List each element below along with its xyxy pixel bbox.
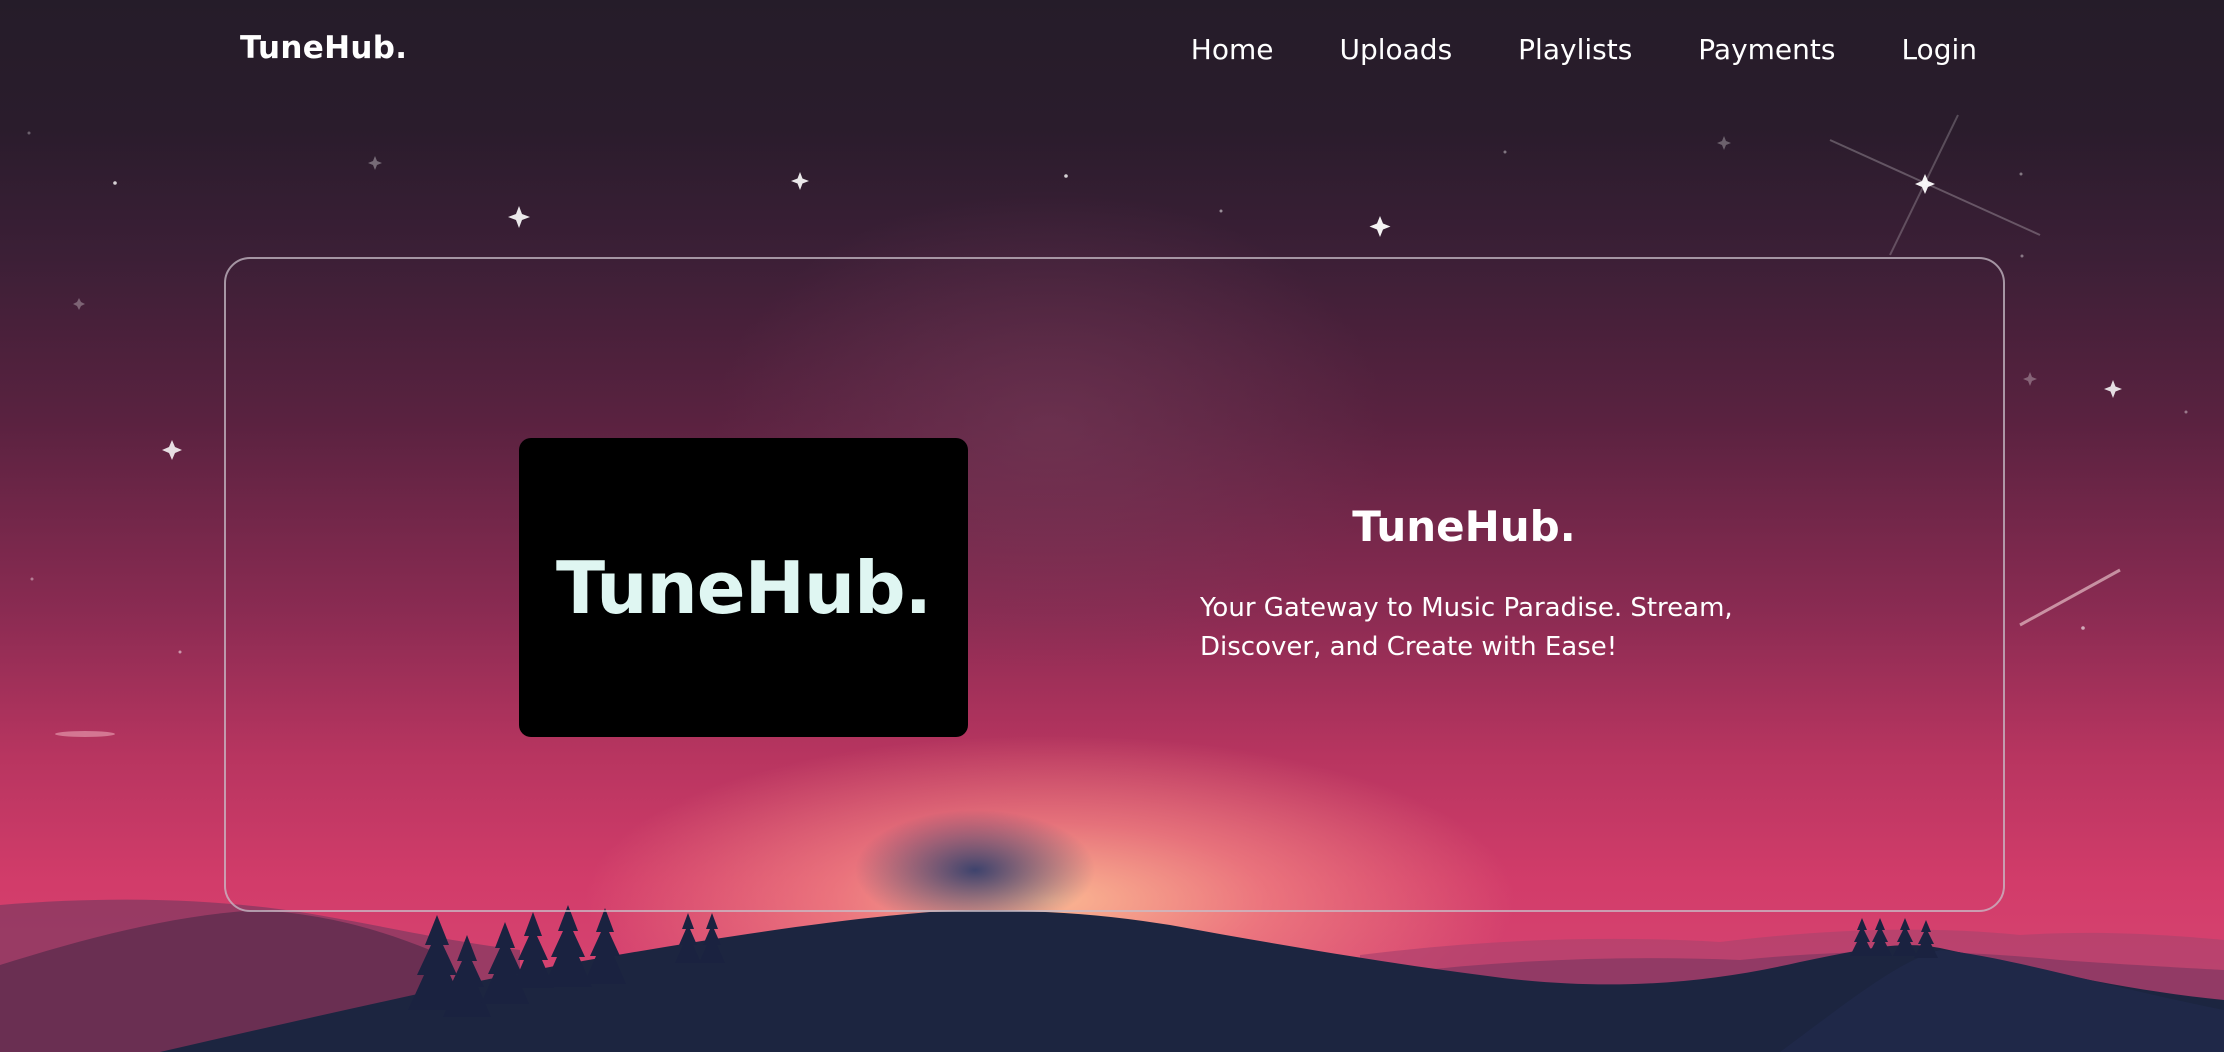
star-icon bbox=[508, 206, 530, 228]
star-dot bbox=[27, 131, 31, 135]
star-icon bbox=[2104, 380, 2122, 398]
star-dot bbox=[2019, 172, 2023, 176]
star-icon bbox=[1915, 174, 1935, 194]
hero-tagline: Your Gateway to Music Paradise. Stream, … bbox=[1200, 593, 1733, 662]
top-nav: TuneHub. Home Uploads Playlists Payments… bbox=[0, 0, 2224, 104]
star-icon bbox=[1369, 216, 1391, 237]
nav-link-payments[interactable]: Payments bbox=[1698, 33, 1835, 66]
logo-image: TuneHub. bbox=[519, 438, 968, 737]
hero-title: TuneHub. bbox=[1352, 502, 1576, 551]
comet-glow bbox=[55, 731, 115, 737]
star-icon bbox=[2023, 372, 2037, 386]
star-dot bbox=[1219, 209, 1223, 213]
shooting-star bbox=[1829, 139, 2041, 236]
star-dot bbox=[178, 650, 182, 654]
star-dot bbox=[113, 181, 117, 185]
star-dot bbox=[2020, 254, 2024, 258]
nav-link-login[interactable]: Login bbox=[1901, 33, 1977, 66]
nav-links: Home Uploads Playlists Payments Login bbox=[1191, 33, 1977, 66]
star-dot bbox=[30, 577, 34, 581]
hero-card: TuneHub. TuneHub. Your Gateway to Music … bbox=[224, 257, 2005, 912]
star-icon bbox=[162, 440, 182, 460]
star-icon bbox=[368, 156, 382, 170]
nav-link-home[interactable]: Home bbox=[1191, 33, 1274, 66]
shooting-star bbox=[2019, 568, 2121, 627]
star-icon bbox=[1717, 136, 1731, 150]
star-icon bbox=[73, 298, 85, 310]
nav-link-playlists[interactable]: Playlists bbox=[1518, 33, 1632, 66]
brand-logo[interactable]: TuneHub. bbox=[240, 30, 407, 66]
logo-image-text: TuneHub. bbox=[556, 545, 932, 630]
star-dot bbox=[1503, 150, 1507, 154]
star-icon bbox=[791, 172, 809, 190]
star-dot bbox=[2184, 410, 2188, 414]
star-dot bbox=[1064, 174, 1068, 178]
star-dot bbox=[2081, 626, 2085, 630]
nav-link-uploads[interactable]: Uploads bbox=[1339, 33, 1452, 66]
